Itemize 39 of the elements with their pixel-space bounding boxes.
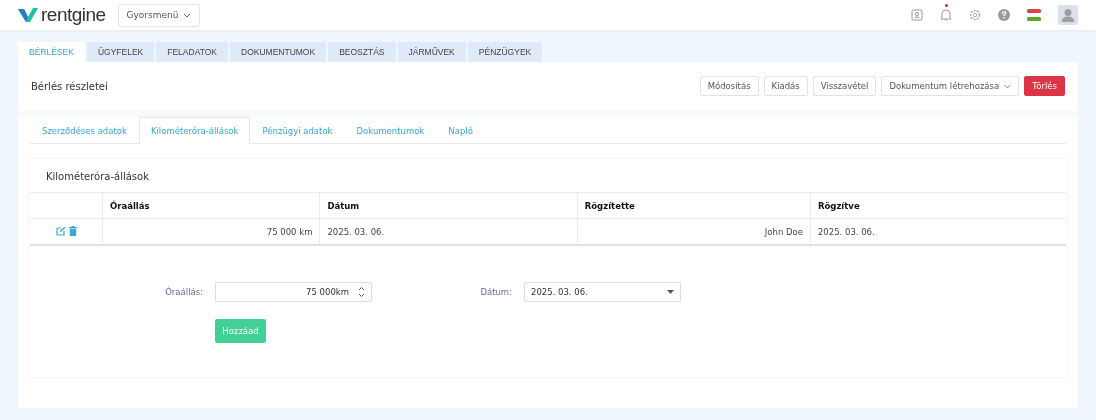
field-label: Dátum: <box>479 287 512 297</box>
edit-icon[interactable] <box>55 225 66 236</box>
main-tab[interactable]: ÜGYFELEK <box>86 42 155 62</box>
column-header: Rögzítette <box>577 192 811 219</box>
action-button[interactable]: Módosítás <box>699 76 759 96</box>
logo-text: rentgine <box>41 4 106 26</box>
action-button[interactable]: Törlés <box>1024 76 1065 96</box>
table-cell: 2025. 03. 06. <box>319 218 578 245</box>
card-title: Kilométeróra-állások <box>45 170 150 184</box>
help-icon[interactable] <box>998 9 1010 21</box>
avatar-icon[interactable] <box>1058 5 1078 25</box>
dropdown-arrow-icon <box>667 290 674 294</box>
caret-icon <box>183 12 192 18</box>
reading-input[interactable]: 75 000km <box>215 282 372 302</box>
main-tab[interactable]: FELADATOK <box>156 42 228 62</box>
trash-icon[interactable] <box>68 225 77 236</box>
main-tab[interactable]: PÉNZÜGYEK <box>467 42 543 62</box>
date-select[interactable]: 2025. 03. 06. <box>524 282 681 302</box>
action-button[interactable]: Visszavétel <box>812 76 877 96</box>
column-header: Óraállás <box>102 192 320 219</box>
table-cell: John Doe <box>577 218 811 245</box>
table-cell: 75 000 km <box>102 218 320 245</box>
column-header: Rögzítve <box>810 192 1066 219</box>
column-header: Dátum <box>319 192 578 219</box>
logo-icon <box>18 8 38 22</box>
field-label: Óraállás: <box>164 287 203 297</box>
action-button[interactable]: Kiadás <box>763 76 808 96</box>
quick-menu-button[interactable]: Gyorsmenü <box>118 3 200 27</box>
caret-icon <box>1004 83 1012 89</box>
main-tab[interactable]: DOKUMENTUMOK <box>230 42 327 62</box>
flag-icon[interactable] <box>1027 9 1041 21</box>
bell-icon[interactable] <box>940 8 952 22</box>
spinner-icon[interactable] <box>358 286 365 298</box>
settings-icon[interactable] <box>969 9 981 21</box>
page-title: Bérlés részletei <box>31 80 108 92</box>
main-tab[interactable]: JÁRMŰVEK <box>397 42 466 62</box>
main-tab[interactable]: BEOSZTÁS <box>328 42 396 62</box>
contact-card-icon[interactable] <box>911 9 923 21</box>
action-button[interactable]: Dokumentum létrehozása <box>881 76 1020 96</box>
